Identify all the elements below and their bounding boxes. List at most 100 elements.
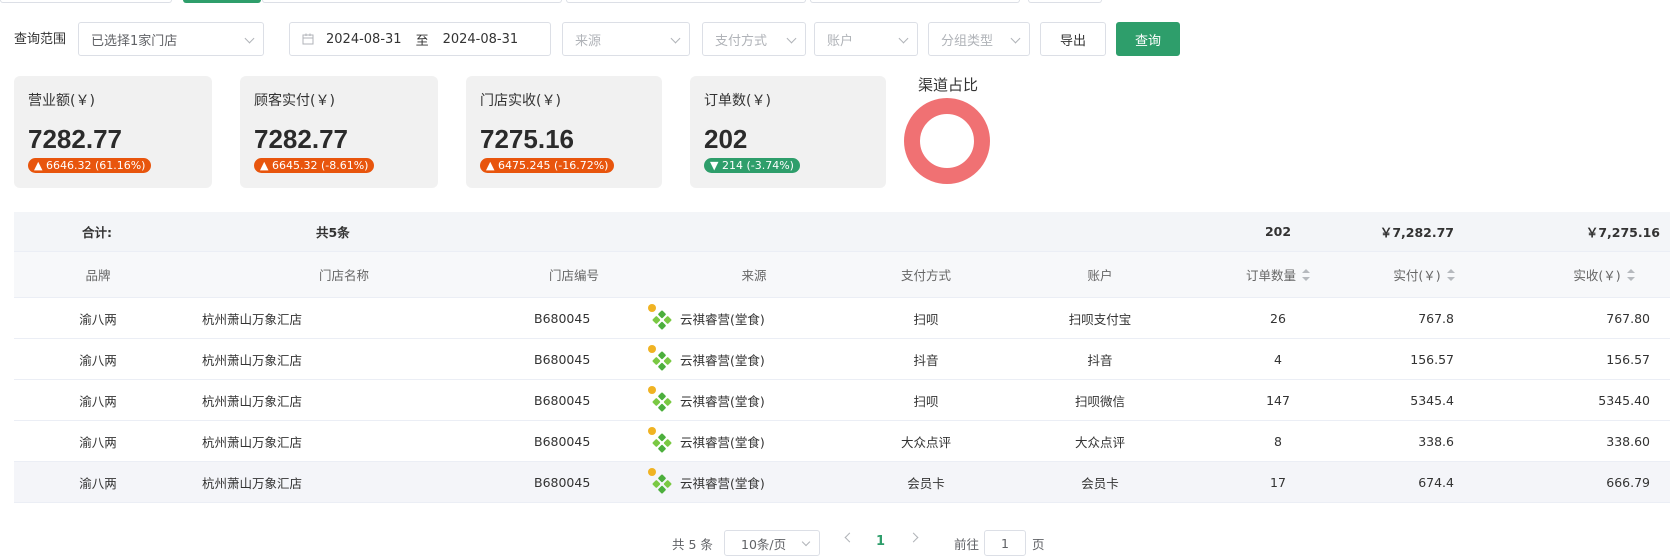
pagination-total: 共 5 条	[672, 536, 713, 552]
cell-received: 156.57	[1510, 339, 1650, 379]
received-text: 156.57	[1606, 351, 1650, 367]
kpi-card-orders: 订单数(￥) 202 ▼ 214 (-3.74%)	[690, 76, 886, 188]
cell-paid: 674.4	[1334, 462, 1454, 502]
table-row[interactable]: 渝八两 杭州萧山万象汇店 B680045 云祺睿营(堂食) 扫呗 扫呗微信 147 5345.…	[14, 380, 1670, 421]
kpi-value: 7275.16	[480, 124, 574, 154]
payment-text: 会员卡	[907, 475, 945, 491]
header-paid[interactable]: 实付(￥)	[1374, 252, 1474, 297]
next-page-icon[interactable]	[908, 532, 919, 543]
tab-edge[interactable]	[810, 0, 1020, 3]
payment-text: 扫呗	[913, 311, 939, 327]
paid-text: 674.4	[1418, 474, 1454, 490]
header-received[interactable]: 实收(￥)	[1554, 252, 1654, 297]
tab-edge[interactable]	[262, 0, 562, 3]
header-paid-label: 实付(￥)	[1393, 268, 1441, 283]
scope-label: 查询范围	[14, 32, 67, 47]
chevron-down-icon	[670, 33, 681, 44]
cell-received: 338.60	[1510, 421, 1650, 461]
cell-orders: 17	[1230, 462, 1326, 502]
cell-account: 抖音	[1050, 339, 1150, 379]
header-orders[interactable]: 订单数量	[1230, 252, 1326, 297]
table-row[interactable]: 渝八两 杭州萧山万象汇店 B680045 云祺睿营(堂食) 会员卡 会员卡 17 674.4 6…	[14, 462, 1670, 503]
payment-select[interactable]: 支付方式	[702, 22, 806, 56]
group-type-placeholder: 分组类型	[941, 33, 994, 49]
page-unit-label: 页	[1032, 536, 1045, 552]
source-text: 云祺睿营(堂食)	[680, 475, 765, 491]
cell-orders: 8	[1230, 421, 1326, 461]
sort-icon[interactable]	[1302, 268, 1310, 281]
table-header-row: 品牌 门店名称 门店编号 来源 支付方式 账户 订单数量 实付(￥) 实收(￥)	[14, 252, 1670, 298]
cell-paid: 338.6	[1334, 421, 1454, 461]
orders-text: 26	[1270, 310, 1286, 326]
chevron-down-icon	[801, 537, 811, 547]
header-store: 门店名称	[318, 268, 369, 283]
summary-paid: ￥7,282.77	[1379, 225, 1454, 240]
cell-code: B680045	[534, 380, 614, 420]
current-page[interactable]: 1	[876, 534, 885, 549]
date-start[interactable]: 2024-08-31	[326, 32, 402, 47]
tab-edge[interactable]	[1028, 0, 1102, 3]
kpi-title: 门店实收(￥)	[480, 93, 561, 109]
date-end[interactable]: 2024-08-31	[443, 32, 519, 47]
channel-share-ring	[904, 98, 990, 184]
kpi-card-store-received: 门店实收(￥) 7275.16 ▲ 6475.245 (-16.72%)	[466, 76, 662, 188]
table-row[interactable]: 渝八两 杭州萧山万象汇店 B680045 云祺睿营(堂食) 扫呗 扫呗支付宝 26 767.8…	[14, 298, 1670, 339]
table-row[interactable]: 渝八两 杭州萧山万象汇店 B680045 云祺睿营(堂食) 抖音 抖音 4 156.57 156…	[14, 339, 1670, 380]
query-button[interactable]: 查询	[1116, 22, 1180, 56]
cell-code: B680045	[534, 298, 614, 338]
date-range-picker[interactable]: 2024-08-31 至 2024-08-31	[289, 22, 551, 56]
header-code: 门店编号	[548, 268, 599, 283]
brand-text: 渝八两	[79, 475, 117, 491]
goto-label: 前往	[954, 536, 980, 552]
cell-paid: 767.8	[1334, 298, 1454, 338]
summary-count: 共5条	[316, 225, 350, 240]
kpi-title: 营业额(￥)	[28, 93, 95, 109]
cell-brand: 渝八两	[58, 298, 138, 338]
summary-received: ￥7,275.16	[1585, 225, 1660, 240]
cell-store: 杭州萧山万象汇店	[202, 298, 362, 338]
top-tab-strip	[0, 0, 1670, 4]
chevron-down-icon	[786, 33, 797, 44]
kpi-card-revenue: 营业额(￥) 7282.77 ▲ 6646.32 (61.16%)	[14, 76, 212, 188]
store-select[interactable]: 已选择1家门店	[78, 22, 264, 56]
account-text: 大众点评	[1074, 434, 1125, 450]
sort-icon[interactable]	[1446, 268, 1455, 281]
cell-received: 5345.40	[1510, 380, 1650, 420]
tab-edge[interactable]	[0, 0, 172, 3]
account-text: 抖音	[1087, 352, 1113, 368]
page-size-select[interactable]: 10条/页	[724, 530, 820, 556]
date-separator: 至	[415, 33, 429, 49]
summary-label: 合计:	[82, 225, 112, 240]
goto-page-input[interactable]: 1	[984, 530, 1026, 556]
account-select[interactable]: 账户	[814, 22, 918, 56]
summary-orders: 202	[1264, 224, 1292, 239]
source-text: 云祺睿营(堂食)	[680, 434, 765, 450]
cell-code: B680045	[534, 339, 614, 379]
cell-brand: 渝八两	[58, 339, 138, 379]
group-type-select[interactable]: 分组类型	[928, 22, 1030, 56]
received-text: 338.60	[1606, 433, 1650, 449]
cell-account: 大众点评	[1050, 421, 1150, 461]
account-text: 扫呗支付宝	[1068, 311, 1132, 327]
source-select[interactable]: 来源	[562, 22, 690, 56]
received-text: 767.80	[1606, 310, 1650, 326]
channel-share-donut[interactable]	[904, 98, 990, 184]
orders-text: 8	[1274, 433, 1282, 449]
store-text: 杭州萧山万象汇店	[202, 393, 303, 409]
tab-edge[interactable]	[566, 0, 806, 3]
cell-account: 会员卡	[1050, 462, 1150, 502]
cell-payment: 抖音	[876, 339, 976, 379]
table-row[interactable]: 渝八两 杭州萧山万象汇店 B680045 云祺睿营(堂食) 大众点评 大众点评 8 338.6…	[14, 421, 1670, 462]
prev-page-icon[interactable]	[844, 532, 855, 543]
export-button[interactable]: 导出	[1040, 22, 1106, 56]
cell-account: 扫呗支付宝	[1050, 298, 1150, 338]
orders-text: 147	[1266, 392, 1290, 408]
cell-orders: 4	[1230, 339, 1326, 379]
tab-active[interactable]	[183, 0, 261, 3]
brand-text: 渝八两	[79, 352, 117, 368]
account-placeholder: 账户	[827, 33, 854, 49]
cell-brand: 渝八两	[58, 380, 138, 420]
kpi-value: 7282.77	[28, 124, 122, 154]
cell-code: B680045	[534, 462, 614, 502]
sort-icon[interactable]	[1626, 268, 1635, 281]
